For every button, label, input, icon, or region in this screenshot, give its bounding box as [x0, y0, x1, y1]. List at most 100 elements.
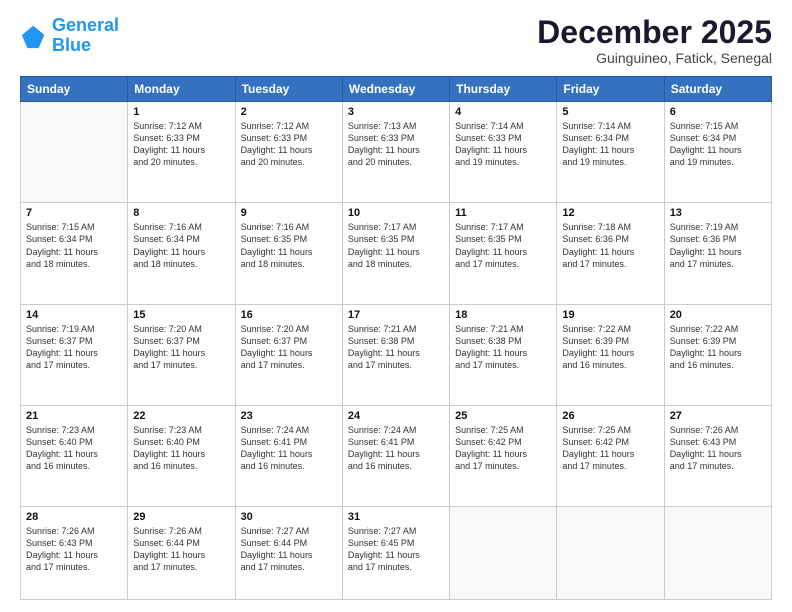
day-number: 6: [670, 106, 766, 118]
day-number: 27: [670, 410, 766, 422]
table-row: 9 Sunrise: 7:16 AM Sunset: 6:35 PM Daylig…: [235, 203, 342, 304]
table-row: 18Sunrise: 7:21 AM Sunset: 6:38 PM Dayli…: [450, 304, 557, 405]
table-row: 19 Sunrise: 7:22 AM Sunset: 6:39 PM Dayli…: [557, 304, 664, 405]
day-number: 1: [133, 106, 229, 118]
day-number: 21: [26, 410, 122, 422]
day-info: Sunrise: 7:13 AM Sunset: 6:33 PM Dayligh…: [348, 120, 444, 169]
table-row: 29 Sunrise: 7:26 AM Sunset: 6:44 PM Dayli…: [128, 507, 235, 600]
table-row: [450, 507, 557, 600]
day-number: 23: [241, 410, 337, 422]
table-row: 1 Sunrise: 7:12 AM Sunset: 6:33 PM Daylig…: [128, 102, 235, 203]
table-row: 27 Sunrise: 7:26 AM Sunset: 6:43 PM Dayli…: [664, 405, 771, 506]
table-row: 21Sunrise: 7:23 AM Sunset: 6:40 PM Dayli…: [21, 405, 128, 506]
table-row: [21, 102, 128, 203]
day-number: 4: [455, 106, 551, 118]
day-number: 20: [670, 309, 766, 321]
day-info: Sunrise: 7:16 AM Sunset: 6:34 PM Dayligh…: [133, 221, 229, 270]
month-title: December 2025: [537, 16, 772, 48]
table-row: 15 Sunrise: 7:20 AM Sunset: 6:37 PM Dayli…: [128, 304, 235, 405]
col-thursday: Thursday: [450, 77, 557, 102]
day-number: 14: [26, 309, 122, 321]
day-info: Sunrise: 7:26 AM Sunset: 6:43 PM Dayligh…: [26, 525, 122, 574]
table-row: 10 Sunrise: 7:17 AM Sunset: 6:35 PM Dayli…: [342, 203, 449, 304]
calendar-table: Sunday Monday Tuesday Wednesday Thursday…: [20, 76, 772, 600]
table-row: 8Sunrise: 7:16 AM Sunset: 6:34 PM Daylig…: [128, 203, 235, 304]
day-info: Sunrise: 7:27 AM Sunset: 6:45 PM Dayligh…: [348, 525, 444, 574]
day-number: 28: [26, 511, 122, 523]
day-info: Sunrise: 7:25 AM Sunset: 6:42 PM Dayligh…: [455, 424, 551, 473]
table-row: 16Sunrise: 7:20 AM Sunset: 6:37 PM Dayli…: [235, 304, 342, 405]
table-row: [557, 507, 664, 600]
day-info: Sunrise: 7:24 AM Sunset: 6:41 PM Dayligh…: [348, 424, 444, 473]
day-info: Sunrise: 7:22 AM Sunset: 6:39 PM Dayligh…: [670, 323, 766, 372]
col-wednesday: Wednesday: [342, 77, 449, 102]
day-number: 29: [133, 511, 229, 523]
day-number: 15: [133, 309, 229, 321]
day-number: 5: [562, 106, 658, 118]
day-number: 9: [241, 207, 337, 219]
location-subtitle: Guinguineo, Fatick, Senegal: [537, 50, 772, 66]
day-number: 17: [348, 309, 444, 321]
day-number: 10: [348, 207, 444, 219]
day-number: 19: [562, 309, 658, 321]
table-row: 31Sunrise: 7:27 AM Sunset: 6:45 PM Dayli…: [342, 507, 449, 600]
day-info: Sunrise: 7:12 AM Sunset: 6:33 PM Dayligh…: [241, 120, 337, 169]
table-row: 25 Sunrise: 7:25 AM Sunset: 6:42 PM Dayli…: [450, 405, 557, 506]
table-row: 12 Sunrise: 7:18 AM Sunset: 6:36 PM Dayli…: [557, 203, 664, 304]
day-info: Sunrise: 7:22 AM Sunset: 6:39 PM Dayligh…: [562, 323, 658, 372]
table-row: 20 Sunrise: 7:22 AM Sunset: 6:39 PM Dayli…: [664, 304, 771, 405]
table-row: 5Sunrise: 7:14 AM Sunset: 6:34 PM Daylig…: [557, 102, 664, 203]
col-friday: Friday: [557, 77, 664, 102]
day-number: 12: [562, 207, 658, 219]
calendar-header-row: Sunday Monday Tuesday Wednesday Thursday…: [21, 77, 772, 102]
day-info: Sunrise: 7:26 AM Sunset: 6:44 PM Dayligh…: [133, 525, 229, 574]
table-row: 17 Sunrise: 7:21 AM Sunset: 6:38 PM Dayli…: [342, 304, 449, 405]
day-info: Sunrise: 7:15 AM Sunset: 6:34 PM Dayligh…: [26, 221, 122, 270]
logo-icon: [20, 22, 48, 50]
table-row: 3 Sunrise: 7:13 AM Sunset: 6:33 PM Daylig…: [342, 102, 449, 203]
table-row: 11 Sunrise: 7:17 AM Sunset: 6:35 PM Dayli…: [450, 203, 557, 304]
day-info: Sunrise: 7:18 AM Sunset: 6:36 PM Dayligh…: [562, 221, 658, 270]
day-number: 25: [455, 410, 551, 422]
logo-text: General Blue: [52, 16, 119, 56]
day-number: 7: [26, 207, 122, 219]
table-row: 4 Sunrise: 7:14 AM Sunset: 6:33 PM Daylig…: [450, 102, 557, 203]
day-number: 18: [455, 309, 551, 321]
table-row: 28 Sunrise: 7:26 AM Sunset: 6:43 PM Dayli…: [21, 507, 128, 600]
table-row: 22Sunrise: 7:23 AM Sunset: 6:40 PM Dayli…: [128, 405, 235, 506]
day-info: Sunrise: 7:19 AM Sunset: 6:37 PM Dayligh…: [26, 323, 122, 372]
day-number: 26: [562, 410, 658, 422]
day-info: Sunrise: 7:15 AM Sunset: 6:34 PM Dayligh…: [670, 120, 766, 169]
col-monday: Monday: [128, 77, 235, 102]
day-info: Sunrise: 7:14 AM Sunset: 6:33 PM Dayligh…: [455, 120, 551, 169]
table-row: 24Sunrise: 7:24 AM Sunset: 6:41 PM Dayli…: [342, 405, 449, 506]
day-number: 30: [241, 511, 337, 523]
header: General Blue December 2025 Guinguineo, F…: [20, 16, 772, 66]
day-info: Sunrise: 7:20 AM Sunset: 6:37 PM Dayligh…: [133, 323, 229, 372]
col-tuesday: Tuesday: [235, 77, 342, 102]
title-block: December 2025 Guinguineo, Fatick, Senega…: [537, 16, 772, 66]
day-info: Sunrise: 7:12 AM Sunset: 6:33 PM Dayligh…: [133, 120, 229, 169]
day-number: 11: [455, 207, 551, 219]
day-info: Sunrise: 7:26 AM Sunset: 6:43 PM Dayligh…: [670, 424, 766, 473]
day-info: Sunrise: 7:21 AM Sunset: 6:38 PM Dayligh…: [348, 323, 444, 372]
day-number: 13: [670, 207, 766, 219]
day-info: Sunrise: 7:16 AM Sunset: 6:35 PM Dayligh…: [241, 221, 337, 270]
day-number: 2: [241, 106, 337, 118]
table-row: 23 Sunrise: 7:24 AM Sunset: 6:41 PM Dayli…: [235, 405, 342, 506]
table-row: 14 Sunrise: 7:19 AM Sunset: 6:37 PM Dayli…: [21, 304, 128, 405]
day-info: Sunrise: 7:23 AM Sunset: 6:40 PM Dayligh…: [133, 424, 229, 473]
day-info: Sunrise: 7:17 AM Sunset: 6:35 PM Dayligh…: [348, 221, 444, 270]
table-row: 6 Sunrise: 7:15 AM Sunset: 6:34 PM Daylig…: [664, 102, 771, 203]
table-row: 13 Sunrise: 7:19 AM Sunset: 6:36 PM Dayli…: [664, 203, 771, 304]
day-info: Sunrise: 7:17 AM Sunset: 6:35 PM Dayligh…: [455, 221, 551, 270]
table-row: 7 Sunrise: 7:15 AM Sunset: 6:34 PM Daylig…: [21, 203, 128, 304]
day-info: Sunrise: 7:25 AM Sunset: 6:42 PM Dayligh…: [562, 424, 658, 473]
day-number: 3: [348, 106, 444, 118]
day-info: Sunrise: 7:27 AM Sunset: 6:44 PM Dayligh…: [241, 525, 337, 574]
day-info: Sunrise: 7:24 AM Sunset: 6:41 PM Dayligh…: [241, 424, 337, 473]
day-info: Sunrise: 7:19 AM Sunset: 6:36 PM Dayligh…: [670, 221, 766, 270]
day-info: Sunrise: 7:20 AM Sunset: 6:37 PM Dayligh…: [241, 323, 337, 372]
logo: General Blue: [20, 16, 119, 56]
table-row: 2 Sunrise: 7:12 AM Sunset: 6:33 PM Daylig…: [235, 102, 342, 203]
